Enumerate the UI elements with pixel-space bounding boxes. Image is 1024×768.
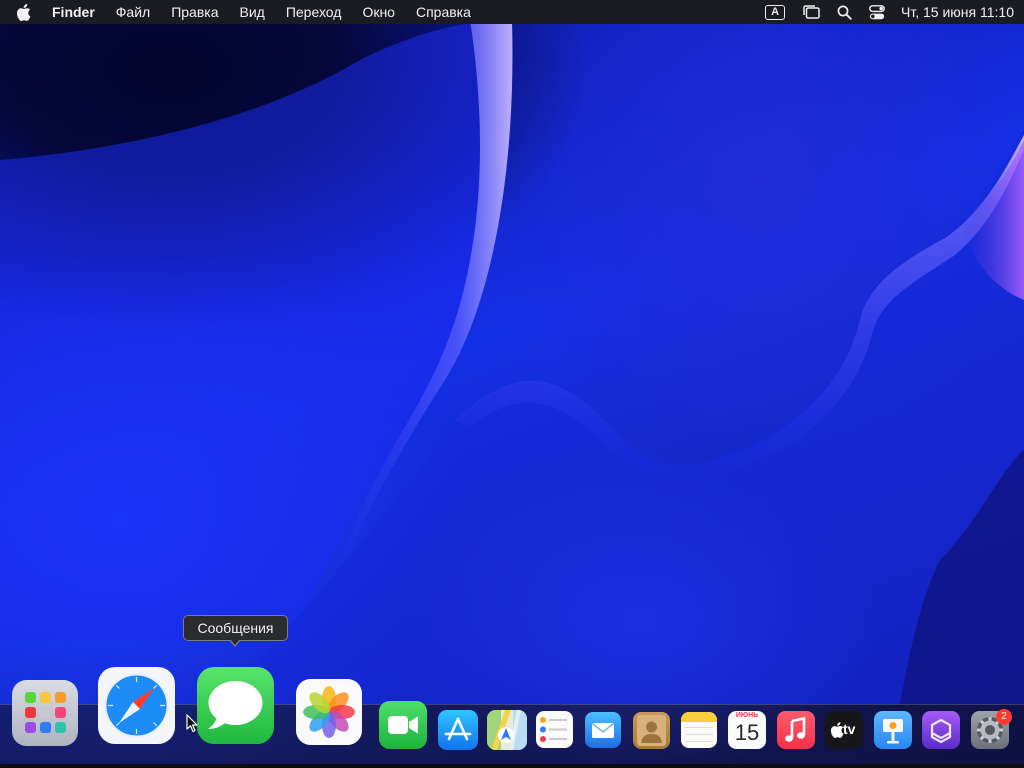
control-center-icon[interactable] [869, 4, 885, 20]
photos-icon[interactable] [296, 679, 362, 745]
menu-view[interactable]: Вид [240, 0, 265, 24]
menu-help[interactable]: Справка [416, 0, 471, 24]
apple-menu-icon[interactable] [16, 3, 32, 21]
spotlight-search-icon[interactable] [837, 5, 852, 20]
calendar-month: ИЮНЬ [735, 712, 759, 719]
calendar-day: 15 [734, 720, 760, 745]
launchpad-icon[interactable] [12, 680, 78, 746]
calendar-icon[interactable]: ИЮНЬ 15 [728, 711, 766, 749]
dock-bottom-edge [0, 764, 1024, 768]
menu-app-name[interactable]: Finder [52, 0, 95, 24]
facetime-icon[interactable] [379, 701, 427, 749]
menu-window[interactable]: Окно [362, 0, 395, 24]
purple-app-icon[interactable] [922, 711, 960, 749]
safari-icon[interactable] [98, 667, 175, 744]
notes-icon[interactable] [681, 712, 717, 748]
contacts-icon[interactable] [633, 712, 670, 749]
messages-icon[interactable] [197, 667, 274, 744]
mouse-cursor-icon [186, 714, 198, 738]
music-icon[interactable] [777, 711, 815, 749]
tooltip-arrow-inner [230, 639, 240, 645]
menu-clock[interactable]: Чт, 15 июня 11:10 [901, 4, 1014, 20]
menu-go[interactable]: Переход [286, 0, 342, 24]
app-store-icon[interactable] [438, 710, 478, 750]
reminders-icon[interactable] [536, 711, 573, 748]
desktop-wallpaper [0, 0, 1024, 768]
keynote-icon[interactable] [874, 711, 912, 749]
maps-icon[interactable] [487, 710, 527, 750]
stage-manager-icon[interactable] [802, 5, 820, 19]
apple-tv-icon[interactable]: tv [825, 711, 863, 749]
menu-bar: Finder Файл Правка Вид Переход Окно Спра… [0, 0, 1024, 24]
input-source-icon[interactable]: A [765, 4, 786, 20]
mail-icon[interactable] [585, 712, 621, 748]
apple-tv-label: tv [843, 721, 856, 737]
menu-edit[interactable]: Правка [171, 0, 218, 24]
menu-file[interactable]: Файл [116, 0, 150, 24]
settings-notification-badge: 2 [996, 709, 1012, 725]
dock-tooltip: Сообщения [183, 615, 288, 641]
